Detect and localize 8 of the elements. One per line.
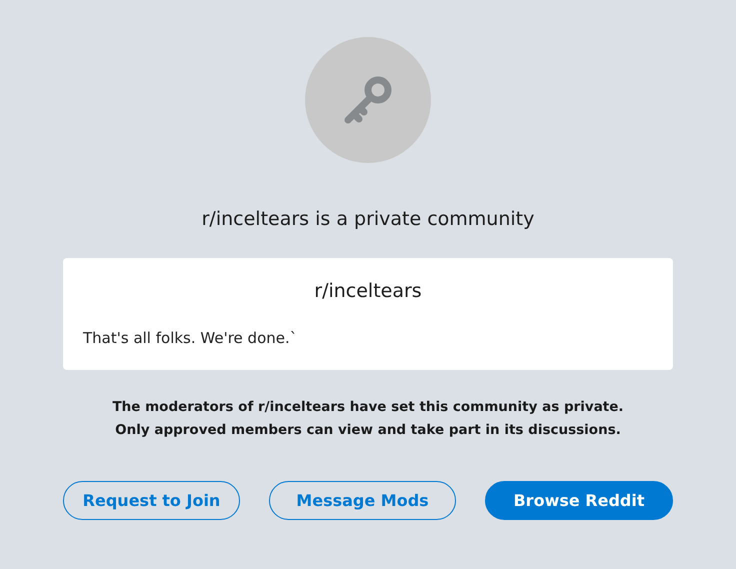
page-heading: r/inceltears is a private community (202, 207, 534, 231)
notice-text: The moderators of r/inceltears have set this community as private. (112, 398, 624, 417)
community-description: That's all folks. We're done.` (83, 328, 298, 348)
action-button[interactable]: Browse Reddit (485, 481, 673, 520)
action-button[interactable]: Request to Join (63, 481, 240, 520)
community-name: r/inceltears (313, 279, 423, 303)
notice-text: Only approved members can view and take part in its discussions. (115, 421, 621, 440)
action-button[interactable]: Message Mods (269, 481, 456, 520)
